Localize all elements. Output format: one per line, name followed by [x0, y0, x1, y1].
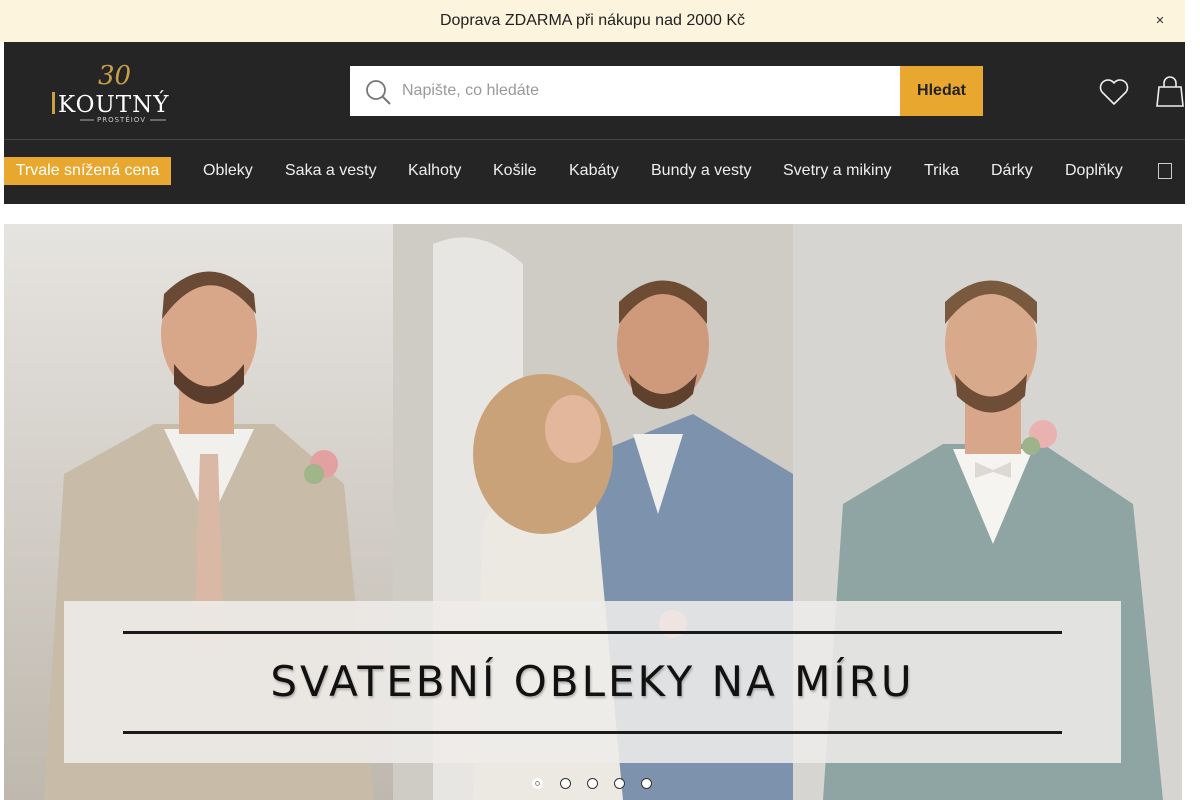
- slider-dot-2[interactable]: [560, 778, 571, 789]
- announcement-text: Doprava ZDARMA při nákupu nad 2000 Kč: [439, 12, 746, 29]
- nav-item-sweaters[interactable]: Svetry a mikiny: [783, 156, 891, 186]
- nav-item-shirts[interactable]: Košile: [493, 156, 537, 186]
- slider-pagination: [532, 776, 657, 790]
- main-navigation: Trvale snížená cena Obleky Saka a vesty …: [4, 156, 1185, 186]
- heart-icon[interactable]: [1098, 78, 1130, 106]
- nav-item-trousers[interactable]: Kalhoty: [408, 156, 461, 186]
- hero-banner: SVATEBNÍ OBLEKY NA MÍRU: [64, 601, 1121, 763]
- nav-item-tshirts[interactable]: Trika: [924, 156, 959, 186]
- slider-dot-4[interactable]: [614, 778, 625, 789]
- search-icon[interactable]: [364, 78, 392, 106]
- slider-dot-3[interactable]: [587, 778, 598, 789]
- search-input[interactable]: [402, 66, 892, 116]
- hero-slider[interactable]: SVATEBNÍ OBLEKY NA MÍRU: [4, 224, 1182, 800]
- header-divider: [4, 139, 1185, 140]
- nav-item-suits[interactable]: Obleky: [203, 156, 253, 186]
- announcement-bar: Doprava ZDARMA při nákupu nad 2000 Kč ✕: [0, 0, 1185, 42]
- hero-title: SVATEBNÍ OBLEKY NA MÍRU: [270, 657, 915, 706]
- more-icon[interactable]: [1158, 163, 1172, 179]
- site-header: 30 KOUTNÝ PROSTĚJOV Hledat Trvale snížen…: [4, 42, 1185, 204]
- svg-text:PROSTĚJOV: PROSTĚJOV: [97, 115, 146, 122]
- close-icon[interactable]: ✕: [1152, 12, 1168, 30]
- svg-text:KOUTNÝ: KOUTNÝ: [58, 91, 169, 118]
- site-logo[interactable]: 30 KOUTNÝ PROSTĚJOV: [50, 58, 180, 124]
- slider-dot-5[interactable]: [641, 778, 652, 789]
- banner-bottom-line: [123, 731, 1062, 734]
- nav-item-sale[interactable]: Trvale snížená cena: [4, 157, 171, 185]
- nav-item-accessories[interactable]: Doplňky: [1065, 156, 1123, 186]
- svg-text:30: 30: [98, 61, 131, 91]
- search-button[interactable]: Hledat: [900, 66, 983, 116]
- nav-item-gifts[interactable]: Dárky: [991, 156, 1033, 186]
- search-bar: Hledat: [350, 66, 983, 116]
- banner-top-line: [123, 631, 1062, 634]
- nav-item-jackets-vests[interactable]: Saka a vesty: [285, 156, 377, 186]
- slider-dot-1[interactable]: [532, 778, 543, 789]
- shopping-bag-icon[interactable]: [1155, 76, 1185, 108]
- nav-item-coats[interactable]: Kabáty: [569, 156, 619, 186]
- nav-item-jackets[interactable]: Bundy a vesty: [651, 156, 752, 186]
